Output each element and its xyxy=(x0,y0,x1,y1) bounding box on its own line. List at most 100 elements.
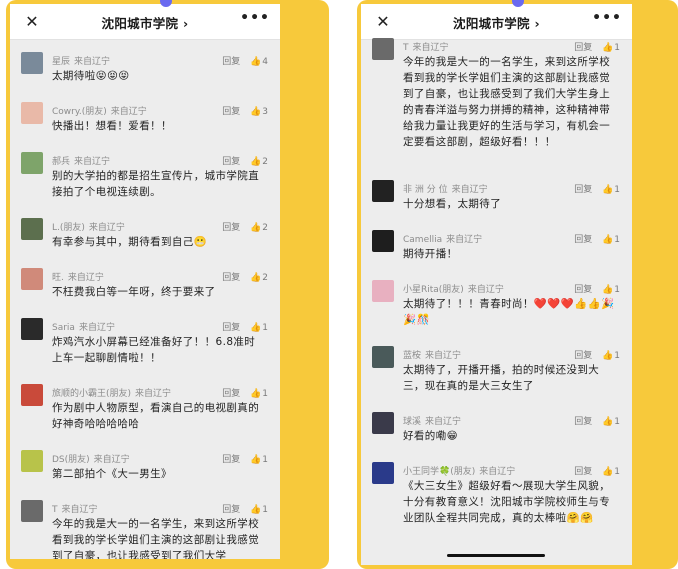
like-count: 1 xyxy=(614,185,620,195)
comment-actions: 回复 👍1 xyxy=(574,282,620,295)
more-icon[interactable]: ••• xyxy=(240,10,270,26)
avatar[interactable] xyxy=(21,102,43,124)
comment-item: Cowry.(朋友) 来自辽宁 回复 👍3 快播出！想看！爱看！！ xyxy=(10,102,280,136)
like-count: 1 xyxy=(614,351,620,361)
reply-button[interactable]: 回复 xyxy=(574,185,592,195)
avatar[interactable] xyxy=(21,450,43,472)
location-label: 来自辽宁 xyxy=(425,417,462,427)
reply-button[interactable]: 回复 xyxy=(222,57,240,67)
more-icon[interactable]: ••• xyxy=(592,10,622,26)
like-count: 1 xyxy=(614,43,620,53)
avatar[interactable] xyxy=(372,412,394,434)
comment-meta: T 来自辽宁 xyxy=(403,40,449,53)
commenter-name[interactable]: 小星Rita(朋友) xyxy=(403,285,464,295)
avatar[interactable] xyxy=(372,38,394,60)
reply-button[interactable]: 回复 xyxy=(574,467,592,477)
comment-meta: 旅顺的小霸王(朋友) 来自辽宁 xyxy=(52,386,171,399)
commenter-name[interactable]: DS(朋友) xyxy=(52,455,90,465)
reply-button[interactable]: 回复 xyxy=(574,235,592,245)
reply-button[interactable]: 回复 xyxy=(222,505,240,515)
thumbs-up-icon[interactable]: 👍 xyxy=(602,43,613,53)
like-count: 2 xyxy=(262,273,268,283)
comment-item: 球溪 来自辽宁 回复 👍1 好看的嘞😁 xyxy=(361,412,632,446)
comment-item: Saria 来自辽宁 回复 👍1 炸鸡汽水小屏幕已经准备好了！！6.8准时上车一起聊剧情… xyxy=(10,318,280,368)
thumbs-up-icon[interactable]: 👍 xyxy=(250,157,261,167)
commenter-name[interactable]: Saria xyxy=(52,323,75,333)
commenter-name[interactable]: Camellia xyxy=(403,235,442,245)
commenter-name[interactable]: 蓝桉 xyxy=(403,351,421,361)
commenter-name[interactable]: 球溪 xyxy=(403,417,421,427)
comment-text: 有幸参与其中，期待看到自己😬 xyxy=(52,236,208,248)
thumbs-up-icon[interactable]: 👍 xyxy=(602,285,613,295)
home-indicator[interactable] xyxy=(447,554,545,557)
commenter-name[interactable]: T xyxy=(403,43,409,53)
thumbs-up-icon[interactable]: 👍 xyxy=(250,107,261,117)
avatar[interactable] xyxy=(21,500,43,522)
location-label: 来自辽宁 xyxy=(74,57,111,67)
comment-meta: 旺. 来自辽宁 xyxy=(52,270,104,283)
comment-meta: Cowry.(朋友) 来自辽宁 xyxy=(52,104,147,117)
reply-button[interactable]: 回复 xyxy=(222,455,240,465)
commenter-name[interactable]: T xyxy=(52,505,58,515)
thumbs-up-icon[interactable]: 👍 xyxy=(250,57,261,67)
thumbs-up-icon[interactable]: 👍 xyxy=(602,235,613,245)
location-label: 来自辽宁 xyxy=(451,185,488,195)
comment-meta: L.(朋友) 来自辽宁 xyxy=(52,220,125,233)
thumbs-up-icon[interactable]: 👍 xyxy=(250,273,261,283)
like-count: 2 xyxy=(262,157,268,167)
thumbs-up-icon[interactable]: 👍 xyxy=(250,223,261,233)
reply-button[interactable]: 回复 xyxy=(574,285,592,295)
avatar[interactable] xyxy=(21,52,43,74)
thumbs-up-icon[interactable]: 👍 xyxy=(602,417,613,427)
reply-button[interactable]: 回复 xyxy=(222,107,240,117)
commenter-name[interactable]: 旺. xyxy=(52,273,64,283)
reply-button[interactable]: 回复 xyxy=(222,157,240,167)
avatar[interactable] xyxy=(372,280,394,302)
commenter-name[interactable]: 郝兵 xyxy=(52,157,70,167)
comment-text: 《大三女生》超级好看～展现大学生风貌，十分有教育意义！沈阳城市学院校师生与专业团… xyxy=(403,480,611,524)
reply-button[interactable]: 回复 xyxy=(574,43,592,53)
reply-button[interactable]: 回复 xyxy=(222,389,240,399)
thumbs-up-icon[interactable]: 👍 xyxy=(250,389,261,399)
location-label: 来自辽宁 xyxy=(412,43,449,53)
comment-actions: 回复 👍2 xyxy=(222,154,268,167)
avatar[interactable] xyxy=(21,384,43,406)
reply-button[interactable]: 回复 xyxy=(222,273,240,283)
like-count: 1 xyxy=(262,323,268,333)
avatar[interactable] xyxy=(21,218,43,240)
avatar[interactable] xyxy=(21,268,43,290)
comment-meta: 非 洲 分 位来自辽宁 xyxy=(403,182,488,195)
commenter-name[interactable]: 星辰 xyxy=(52,57,70,67)
avatar[interactable] xyxy=(21,152,43,174)
like-count: 1 xyxy=(614,467,620,477)
avatar[interactable] xyxy=(372,230,394,252)
comment-actions: 回复 👍1 xyxy=(222,502,268,515)
commenter-name[interactable]: L.(朋友) xyxy=(52,223,85,233)
thumbs-up-icon[interactable]: 👍 xyxy=(602,185,613,195)
avatar[interactable] xyxy=(372,180,394,202)
location-label: 来自辽宁 xyxy=(446,235,483,245)
avatar[interactable] xyxy=(372,346,394,368)
commenter-name[interactable]: Cowry.(朋友) xyxy=(52,107,107,117)
comment-item: 非 洲 分 位来自辽宁 回复 👍1 十分想看，太期待了 xyxy=(361,180,632,214)
commenter-name[interactable]: 旅顺的小霸王(朋友) xyxy=(52,389,131,399)
commenter-name[interactable]: 小王同学🍀(朋友) xyxy=(403,467,475,477)
reply-button[interactable]: 回复 xyxy=(574,351,592,361)
reply-button[interactable]: 回复 xyxy=(574,417,592,427)
commenter-name[interactable]: 非 洲 分 位 xyxy=(403,185,448,195)
comment-actions: 回复 👍1 xyxy=(574,464,620,477)
thumbs-up-icon[interactable]: 👍 xyxy=(602,467,613,477)
reply-button[interactable]: 回复 xyxy=(222,223,240,233)
thumbs-up-icon[interactable]: 👍 xyxy=(250,323,261,333)
comment-item: 郝兵 来自辽宁 回复 👍2 别的大学拍的都是招生宣传片，城市学院直接拍了个电视连续剧。 xyxy=(10,152,280,202)
comment-text: 好看的嘞😁 xyxy=(403,430,458,442)
reply-button[interactable]: 回复 xyxy=(222,323,240,333)
thumbs-up-icon[interactable]: 👍 xyxy=(250,455,261,465)
comment-actions: 回复 👍3 xyxy=(222,104,268,117)
thumbs-up-icon[interactable]: 👍 xyxy=(250,505,261,515)
thumbs-up-icon[interactable]: 👍 xyxy=(602,351,613,361)
comment-meta: Saria 来自辽宁 xyxy=(52,320,115,333)
avatar[interactable] xyxy=(372,462,394,484)
comment-text: 太期待了，开播开播，拍的时候还没到大三，现在真的是大三女生了 xyxy=(403,364,600,392)
avatar[interactable] xyxy=(21,318,43,340)
